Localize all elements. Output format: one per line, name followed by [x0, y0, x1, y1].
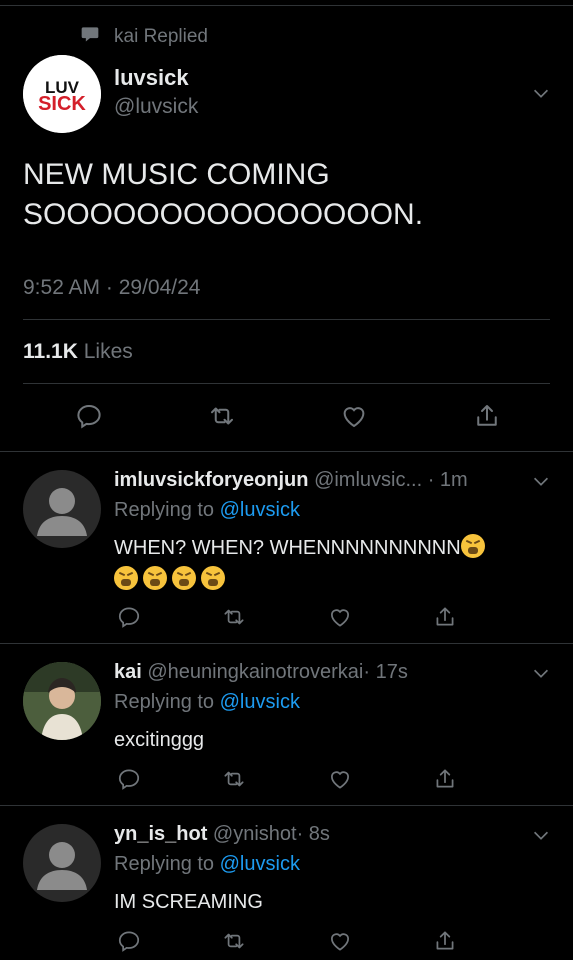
default-avatar-icon — [37, 842, 87, 890]
replying-prefix: Replying to — [114, 691, 215, 713]
reply-time: · 8s — [296, 823, 330, 845]
tweet-text: NEW MUSIC COMING SOOOOOOOOOOOOOOON. — [23, 158, 424, 231]
reply-time: · 17s — [363, 661, 408, 683]
comment-icon[interactable] — [116, 928, 142, 954]
replying-prefix: Replying to — [114, 499, 215, 521]
top-divider — [0, 5, 573, 6]
comment-icon[interactable] — [116, 766, 142, 792]
comment-icon[interactable] — [74, 401, 104, 431]
reply-header: yn_is_hot @ynishot· 8s — [114, 823, 330, 846]
reply-item[interactable]: yn_is_hot @ynishot· 8s Replying to @luvs… — [0, 806, 573, 960]
share-icon[interactable] — [432, 928, 458, 954]
heart-icon[interactable] — [339, 401, 369, 431]
replying-to: Replying to @luvsick — [114, 853, 300, 876]
reply-name[interactable]: imluvsickforyeonjun — [114, 469, 309, 491]
retweet-icon[interactable] — [221, 766, 247, 792]
reply-handle[interactable]: @heuningkainotroverkai — [147, 661, 363, 683]
tired-face-icon — [201, 566, 225, 590]
reply-item[interactable]: kai @heuningkainotroverkai· 17s Replying… — [0, 644, 573, 806]
default-avatar-icon — [37, 488, 87, 536]
logo-text-bottom: SICK — [38, 93, 86, 115]
reply-header: kai @heuningkainotroverkai· 17s — [114, 661, 408, 684]
replying-to: Replying to @luvsick — [114, 499, 300, 522]
comment-icon[interactable] — [116, 604, 142, 630]
replying-handle[interactable]: @luvsick — [220, 499, 300, 521]
heart-icon[interactable] — [327, 604, 353, 630]
replying-prefix: Replying to — [114, 853, 215, 875]
chevron-down-icon[interactable] — [530, 82, 552, 104]
divider — [23, 319, 550, 320]
retweet-icon[interactable] — [207, 401, 237, 431]
avatar[interactable] — [23, 824, 101, 902]
share-icon[interactable] — [472, 401, 502, 431]
tired-face-icon — [172, 566, 196, 590]
replying-handle[interactable]: @luvsick — [220, 691, 300, 713]
retweet-icon[interactable] — [221, 604, 247, 630]
replying-handle[interactable]: @luvsick — [220, 853, 300, 875]
reply-item[interactable]: imluvsickforyeonjun @imluvsic... · 1m Re… — [0, 452, 573, 644]
avatar[interactable] — [23, 470, 101, 548]
reply-text-content: WHEN? WHEN? WHENNNNNNNNNN — [114, 537, 461, 559]
retweet-icon[interactable] — [221, 928, 247, 954]
tired-face-icon — [460, 534, 485, 558]
heart-icon[interactable] — [327, 766, 353, 792]
kai-avatar-photo — [23, 662, 101, 740]
luvsick-avatar[interactable]: LUV SICK — [23, 55, 101, 133]
tweet-timestamp[interactable]: 9:52 AM · 29/04/24 — [23, 276, 200, 300]
likes-label: Likes — [83, 340, 133, 363]
likes-stat[interactable]: 11.1K Likes — [23, 340, 133, 364]
tired-face-icon — [114, 566, 138, 590]
reply-context-text: kai Replied — [114, 26, 208, 47]
reply-text: WHEN? WHEN? WHENNNNNNNNNN — [114, 532, 544, 596]
reply-action-bar — [116, 928, 458, 954]
main-action-bar — [74, 401, 502, 431]
reply-text: excitinggg — [114, 729, 205, 751]
author-name[interactable]: luvsick — [114, 65, 189, 91]
reply-action-bar — [116, 766, 458, 792]
reply-handle[interactable]: @ynishot — [213, 823, 297, 845]
author-handle[interactable]: @luvsick — [114, 95, 198, 119]
chevron-down-icon[interactable] — [530, 824, 552, 846]
share-icon[interactable] — [432, 604, 458, 630]
divider — [23, 383, 550, 384]
reply-text: IM SCREAMING — [114, 891, 263, 913]
likes-count: 11.1K — [23, 340, 78, 363]
chevron-down-icon[interactable] — [530, 470, 552, 492]
speech-bubble-icon — [80, 24, 100, 50]
reply-header: imluvsickforyeonjun @imluvsic... · 1m — [114, 469, 468, 492]
reply-time: · 1m — [427, 469, 468, 491]
tired-face-icon — [143, 566, 167, 590]
heart-icon[interactable] — [327, 928, 353, 954]
share-icon[interactable] — [432, 766, 458, 792]
avatar[interactable] — [23, 662, 101, 740]
reply-name[interactable]: yn_is_hot — [114, 823, 207, 845]
chevron-down-icon[interactable] — [530, 662, 552, 684]
reply-context: kai Replied — [80, 24, 208, 50]
reply-handle[interactable]: @imluvsic... — [314, 469, 422, 491]
reply-action-bar — [116, 604, 458, 630]
replying-to: Replying to @luvsick — [114, 691, 300, 714]
reply-name[interactable]: kai — [114, 661, 142, 683]
